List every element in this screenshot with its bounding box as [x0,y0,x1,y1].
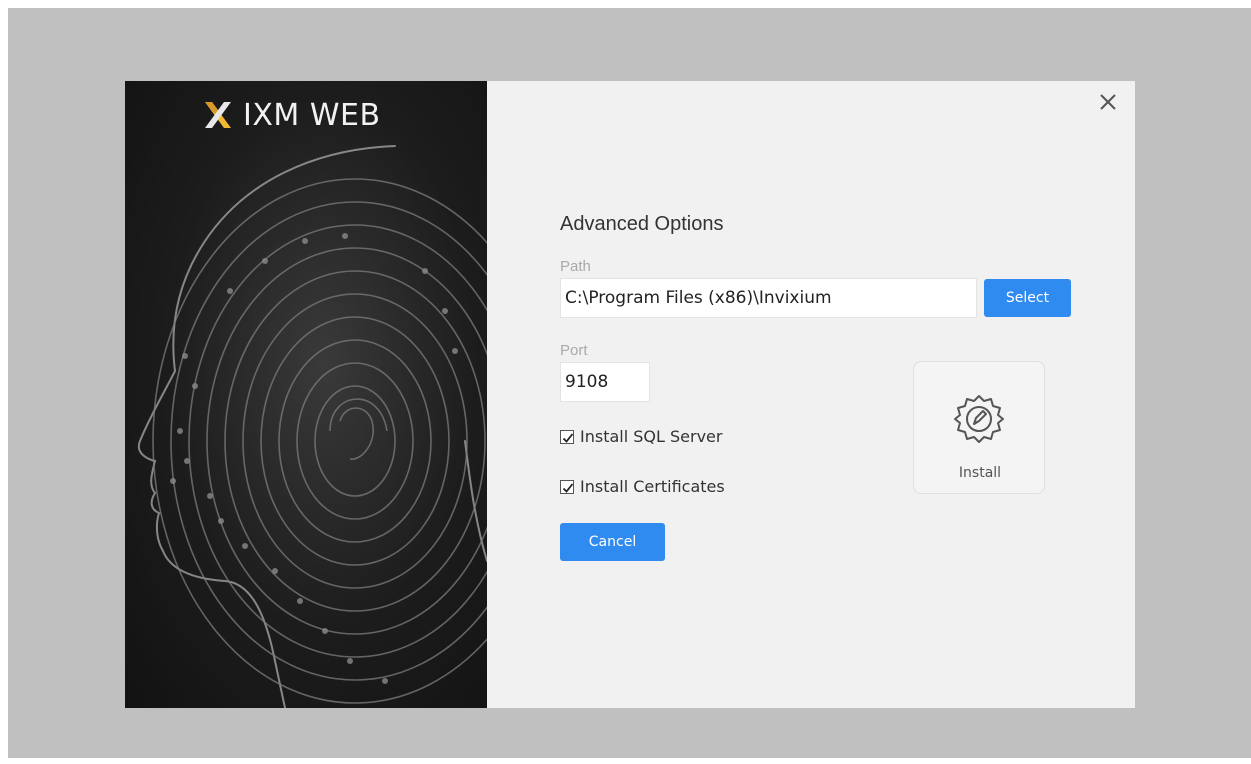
install-certificates-checkbox[interactable] [560,479,574,494]
options-panel: Advanced Options Path Select Port Instal… [487,81,1135,708]
gear-icon [954,395,1004,443]
install-sql-server-label: Install SQL Server [580,427,723,446]
checkmark-icon [562,482,574,493]
install-label: Install [958,465,1002,481]
checkmark-icon [562,432,574,443]
app-title: IXM WEB [243,97,381,133]
close-icon[interactable] [1097,91,1119,113]
port-input[interactable] [560,362,650,402]
option-install-certificates[interactable]: Install Certificates [560,477,725,496]
port-label: Port [560,342,588,359]
install-certificates-label: Install Certificates [580,477,725,496]
app-logo: IXM WEB [203,93,381,137]
fingerprint-head-illustration [137,145,487,708]
install-button[interactable]: Install [913,361,1045,494]
x-logo-icon [205,102,231,128]
section-title: Advanced Options [560,213,724,235]
install-sql-server-checkbox[interactable] [560,429,574,444]
select-button[interactable]: Select [984,279,1071,317]
branding-panel: IXM WEB [125,81,487,708]
path-label: Path [560,258,591,275]
screenshot-canvas: IXM WEB Advanced Options Path C:\Program… [0,0,1251,764]
cancel-button[interactable]: Cancel [560,523,665,561]
installer-window: IXM WEB Advanced Options Path C:\Program… [125,81,1135,708]
option-install-sql-server[interactable]: Install SQL Server [560,427,722,446]
path-input[interactable] [560,278,977,318]
